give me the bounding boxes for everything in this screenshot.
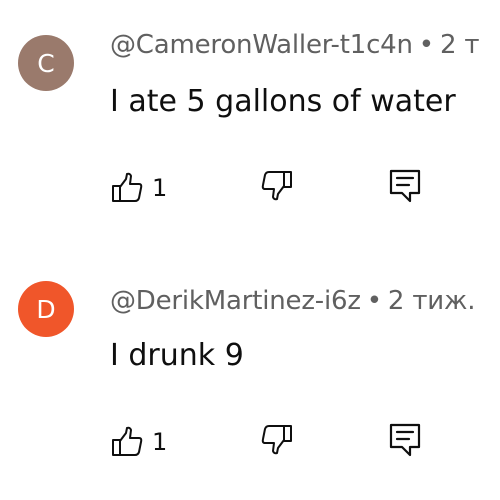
comment-item: D @DerikMartinez-i6z • 2 тиж. I drunk 9 1 xyxy=(0,250,500,480)
reply-comment-icon xyxy=(388,168,422,204)
comment-time: 2 т xyxy=(439,30,480,60)
comment-actions: 1 xyxy=(110,422,500,462)
meta-separator: • xyxy=(366,286,382,316)
avatar-letter: D xyxy=(36,294,56,324)
comment-actions: 1 xyxy=(110,168,500,208)
dislike-button[interactable] xyxy=(260,422,294,462)
meta-separator: • xyxy=(418,30,434,60)
comment-time: 2 тиж. xyxy=(387,286,476,316)
thumbs-down-icon xyxy=(260,168,294,202)
like-button[interactable]: 1 xyxy=(110,422,167,462)
thumbs-up-icon xyxy=(110,171,144,205)
comment-text: I drunk 9 xyxy=(110,338,244,373)
reply-button[interactable] xyxy=(388,168,422,208)
thumbs-down-icon xyxy=(260,422,294,456)
reply-button[interactable] xyxy=(388,422,422,462)
comment-author[interactable]: @CameronWaller-t1c4n xyxy=(110,30,413,60)
dislike-button[interactable] xyxy=(260,168,294,208)
like-count: 1 xyxy=(152,428,168,456)
like-button[interactable]: 1 xyxy=(110,168,167,208)
comment-meta: @CameronWaller-t1c4n • 2 т xyxy=(110,30,479,60)
comment-item: C @CameronWaller-t1c4n • 2 т I ate 5 gallo… xyxy=(0,0,500,230)
thumbs-up-icon xyxy=(110,425,144,459)
reply-comment-icon xyxy=(388,422,422,458)
comment-meta: @DerikMartinez-i6z • 2 тиж. xyxy=(110,286,475,316)
comment-text: I ate 5 gallons of water xyxy=(110,84,456,119)
avatar[interactable]: C xyxy=(18,35,74,91)
avatar[interactable]: D xyxy=(18,281,74,337)
comment-author[interactable]: @DerikMartinez-i6z xyxy=(110,286,361,316)
avatar-letter: C xyxy=(37,48,55,78)
comments-list: C @CameronWaller-t1c4n • 2 т I ate 5 gallo… xyxy=(0,0,500,500)
like-count: 1 xyxy=(152,174,168,202)
